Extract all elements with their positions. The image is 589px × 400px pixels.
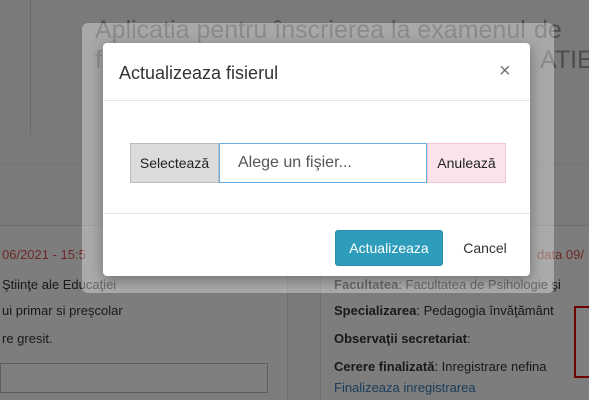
modal-title: Actualizeaza fisierul — [119, 63, 279, 83]
clear-file-button[interactable]: Anulează — [427, 143, 506, 183]
file-input-group: Selectează Alege un fişier... Anulează — [130, 143, 508, 183]
file-path-input[interactable]: Alege un fişier... — [219, 143, 427, 183]
select-file-button[interactable]: Selectează — [130, 143, 219, 183]
modal-header: Actualizeaza fisierul × — [103, 43, 530, 101]
cancel-button[interactable]: Cancel — [455, 230, 515, 266]
modal-footer: Actualizeaza Cancel — [103, 213, 530, 276]
update-file-modal: Actualizeaza fisierul × Selectează Alege… — [103, 43, 530, 276]
close-icon[interactable]: × — [499, 60, 511, 82]
update-button[interactable]: Actualizeaza — [335, 230, 443, 266]
